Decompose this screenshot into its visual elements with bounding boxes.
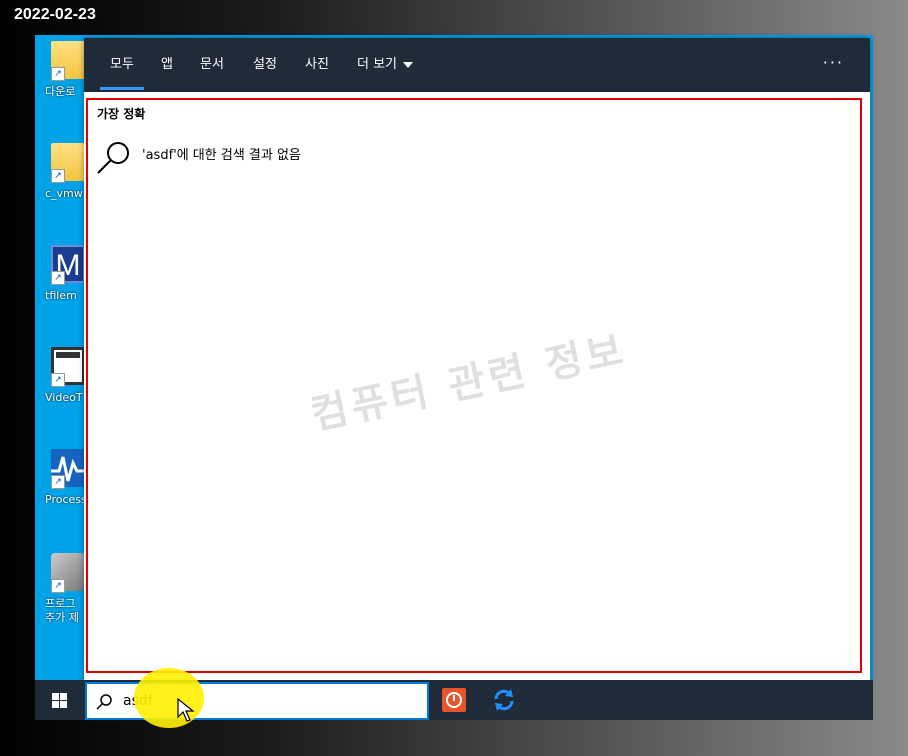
search-icon [97,142,129,174]
windows-start-icon [52,693,67,708]
results-area: 가장 정확 'asdf'에 대한 검색 결과 없음 컴퓨터 관련 정보 [86,98,862,673]
tab-documents[interactable]: 문서 [200,38,224,92]
search-icon [96,694,112,710]
refresh-app-icon[interactable] [491,687,517,713]
tab-settings[interactable]: 설정 [253,38,277,92]
shortcut-arrow-icon: ↗ [51,373,65,387]
power-app-icon[interactable] [442,688,466,712]
date-overlay: 2022-02-23 [14,6,96,23]
shortcut-arrow-icon: ↗ [51,271,65,285]
start-button[interactable] [35,680,83,720]
shortcut-arrow-icon: ↗ [51,169,65,183]
mouse-cursor-icon [177,697,195,722]
tab-apps[interactable]: 앱 [161,38,173,92]
search-tabbar: 모두 앱 문서 설정 사진 더 보기 ··· [84,38,870,92]
best-match-heading: 가장 정확 [97,107,146,121]
tab-more[interactable]: 더 보기 [357,38,414,92]
shortcut-arrow-icon: ↗ [51,579,65,593]
shortcut-arrow-icon: ↗ [51,475,65,489]
caret-down-icon [403,61,414,68]
tab-all[interactable]: 모두 [100,38,144,92]
search-panel: 모두 앱 문서 설정 사진 더 보기 ··· 가장 정확 'asdf'에 대한 … [84,38,870,681]
tab-more-label: 더 보기 [357,57,398,72]
ellipsis-icon[interactable]: ··· [823,38,844,92]
no-results-text: 'asdf'에 대한 검색 결과 없음 [142,148,301,163]
shortcut-arrow-icon: ↗ [51,67,65,81]
watermark-text: 컴퓨터 관련 정보 [306,326,631,439]
tab-photos[interactable]: 사진 [305,38,329,92]
